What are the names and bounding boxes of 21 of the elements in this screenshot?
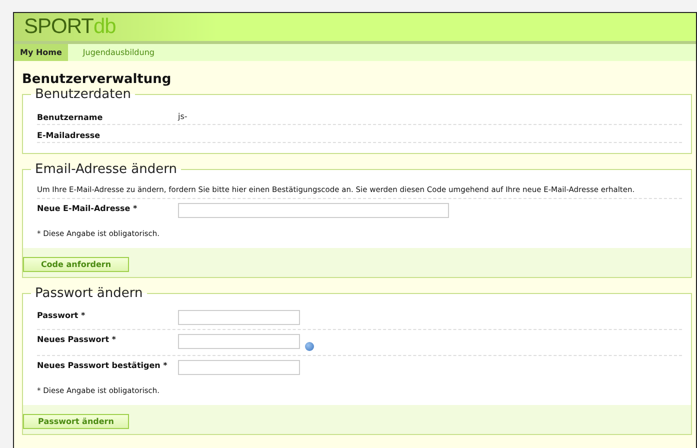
input-field[interactable] xyxy=(178,334,300,349)
field-label: E-Mailadresse xyxy=(37,130,102,140)
field-label: Benutzername xyxy=(37,112,104,122)
submit-button[interactable]: Code anfordern xyxy=(23,257,129,272)
section-legend: Passwort ändern xyxy=(31,286,147,301)
help-icon[interactable] xyxy=(305,342,314,351)
input-field[interactable] xyxy=(178,360,300,375)
nav-tab[interactable]: My Home xyxy=(14,44,68,61)
field-label: Neue E-Mail-Adresse * xyxy=(37,203,138,213)
input-field[interactable] xyxy=(178,310,300,325)
logo: SPORTdb xyxy=(24,15,116,39)
field-value: js- xyxy=(178,112,188,121)
section-legend: Benutzerdaten xyxy=(31,87,135,102)
input-field[interactable] xyxy=(178,203,449,218)
nav-tab[interactable]: Jugendausbildung xyxy=(74,44,164,61)
section-legend: Email-Adresse ändern xyxy=(31,162,181,177)
submit-button[interactable]: Passwort ändern xyxy=(23,414,129,429)
field-label: Passwort * xyxy=(37,310,86,320)
field-label: Neues Passwort bestätigen * xyxy=(37,360,168,370)
page-title: Benutzerverwaltung xyxy=(22,72,172,87)
field-label: Neues Passwort * xyxy=(37,334,117,344)
